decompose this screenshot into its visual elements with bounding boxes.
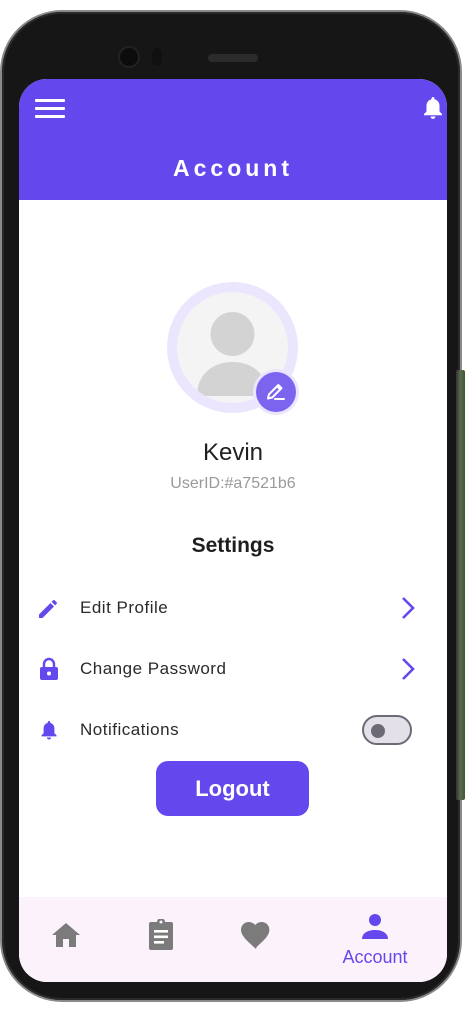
bell-icon (36, 717, 62, 743)
notifications-toggle[interactable] (362, 715, 412, 745)
nav-account[interactable]: Account (325, 897, 425, 982)
hamburger-menu-icon[interactable] (35, 99, 65, 121)
app-bar: Account (19, 79, 447, 200)
settings-item-edit-profile[interactable]: Edit Profile (19, 583, 447, 633)
nav-favorites[interactable] (226, 897, 286, 982)
lock-icon (36, 656, 62, 682)
heart-icon (241, 922, 270, 949)
bottom-navigation: Account (19, 897, 447, 982)
background-edge (456, 370, 465, 800)
settings-item-label: Notifications (80, 720, 180, 739)
phone-frame: Account Kevin UserID:#a7521b6 Settings E… (2, 12, 460, 1000)
nav-account-label: Account (342, 947, 408, 967)
chevron-right-icon (397, 656, 419, 682)
bell-icon[interactable] (421, 95, 445, 121)
edit-avatar-button[interactable] (256, 372, 296, 412)
home-icon (52, 923, 80, 947)
earpiece-speaker (208, 54, 258, 62)
logout-button[interactable]: Logout (156, 761, 309, 816)
user-name: Kevin (202, 439, 264, 466)
settings-item-label: Change Password (80, 659, 227, 678)
chevron-right-icon (397, 595, 419, 621)
nav-tasks[interactable] (131, 897, 191, 982)
person-icon (362, 914, 388, 939)
clipboard-icon (149, 919, 173, 950)
user-id: UserID:#a7521b6 (170, 475, 296, 492)
settings-item-change-password[interactable]: Change Password (19, 644, 447, 694)
settings-item-label: Edit Profile (80, 598, 169, 617)
front-camera (120, 48, 138, 66)
app-screen: Account Kevin UserID:#a7521b6 Settings E… (19, 79, 447, 982)
settings-heading: Settings (191, 534, 275, 557)
page-title: Account (173, 155, 293, 181)
sensor (152, 48, 162, 66)
toggle-knob (371, 724, 385, 738)
pencil-icon (36, 595, 62, 621)
nav-home[interactable] (36, 897, 96, 982)
pencil-edit-icon (267, 384, 285, 400)
